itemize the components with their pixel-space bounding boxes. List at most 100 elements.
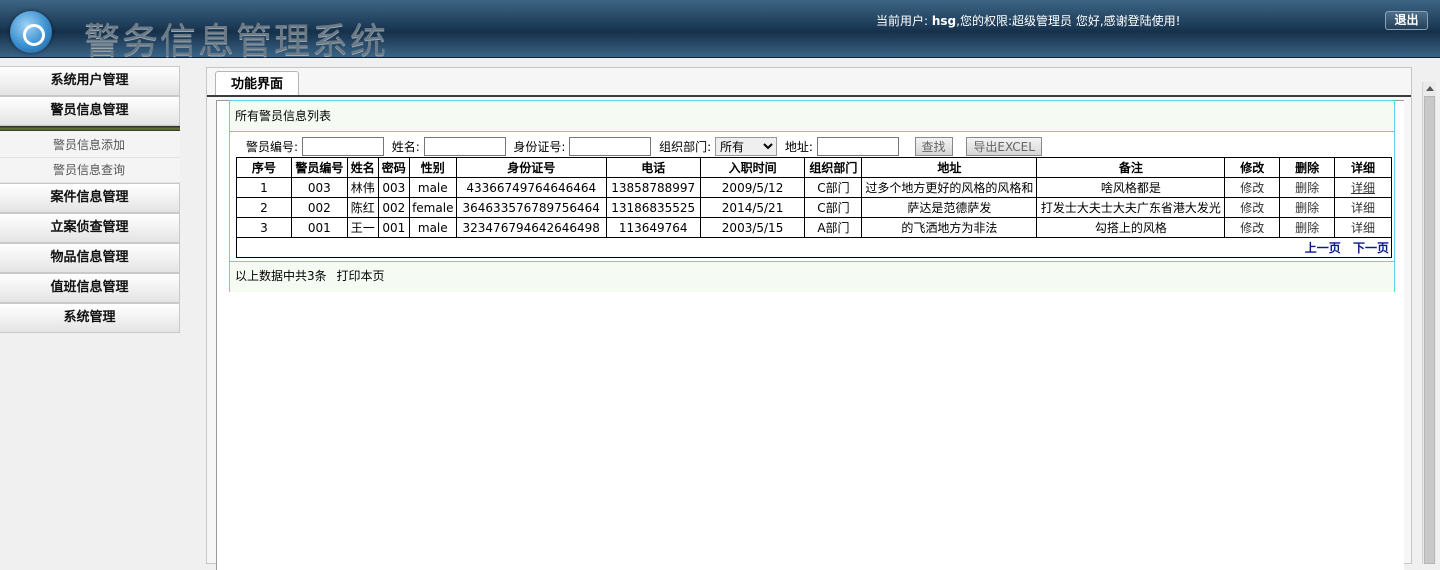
export-excel-button[interactable]: 导出EXCEL	[966, 137, 1042, 156]
cell-hire-date: 2003/5/15	[699, 217, 806, 238]
cell-password: 002	[377, 197, 410, 218]
next-page-link[interactable]: 下一页	[1353, 241, 1389, 255]
sidebar-item-case-info[interactable]: 案件信息管理	[0, 183, 180, 213]
delete-link[interactable]: 删除	[1279, 177, 1336, 198]
filter-bar: 警员编号: 姓名: 身份证号: 组织部门: 所有 地址: 查找 导出EXCEL	[246, 137, 1042, 156]
user-prefix: 当前用户:	[876, 14, 929, 28]
summary-row: 以上数据中共3条 打印本页	[230, 261, 1394, 292]
cell-dept: C部门	[804, 197, 863, 218]
scroll-up-icon[interactable]	[1426, 86, 1434, 91]
list-title: 所有警员信息列表	[230, 101, 1394, 132]
col-header: 电话	[605, 157, 701, 178]
col-header: 性别	[408, 157, 457, 178]
col-header: 备注	[1036, 157, 1226, 178]
logout-button[interactable]: 退出	[1385, 11, 1428, 30]
police-submenu: 警员信息添加 警员信息查询	[0, 131, 180, 183]
col-header: 密码	[377, 157, 410, 178]
cell-id-number: 323476794642646498	[455, 217, 607, 238]
top-header: 警务信息管理系统 当前用户: hsg,您的权限:超级管理员 您好,感谢登陆使用!…	[0, 0, 1440, 62]
record-count-text: 以上数据中共3条	[235, 269, 327, 283]
col-header: 身份证号	[455, 157, 607, 178]
table-header-row: 序号 警员编号 姓名 密码 性别 身份证号 电话 入职时间 组织部门 地址 备注…	[236, 157, 1392, 178]
prev-page-link[interactable]: 上一页	[1305, 241, 1341, 255]
cell-password: 003	[377, 177, 410, 198]
delete-link[interactable]: 删除	[1279, 217, 1336, 238]
dept-label: 组织部门:	[659, 140, 712, 154]
police-table: 序号 警员编号 姓名 密码 性别 身份证号 电话 入职时间 组织部门 地址 备注…	[236, 157, 1392, 258]
print-page-link[interactable]: 打印本页	[336, 269, 384, 283]
cell-address: 的飞洒地方为非法	[861, 217, 1038, 238]
cell-phone: 113649764	[605, 217, 701, 238]
vertical-scrollbar[interactable]	[1422, 82, 1436, 564]
dept-select[interactable]: 所有	[714, 137, 777, 156]
cell-name: 王一	[346, 217, 379, 238]
cell-seq: 2	[236, 197, 292, 218]
cell-password: 001	[377, 217, 410, 238]
table-row: 1 003 林伟 003 male 43366749764646464 1385…	[236, 177, 1392, 198]
name-input[interactable]	[423, 137, 506, 156]
cell-gender: female	[408, 197, 457, 218]
cell-dept: C部门	[804, 177, 863, 198]
cell-address: 萨达是范德萨发	[861, 197, 1038, 218]
cell-address: 过多个地方更好的风格的风格和	[861, 177, 1038, 198]
cell-name: 林伟	[346, 177, 379, 198]
col-header: 入职时间	[699, 157, 806, 178]
cell-dept: A部门	[804, 217, 863, 238]
name-label: 姓名:	[391, 140, 420, 154]
sidebar-item-duty-info[interactable]: 值班信息管理	[0, 273, 180, 303]
id-input[interactable]	[569, 137, 652, 156]
search-button[interactable]: 查找	[914, 137, 953, 156]
edit-link[interactable]: 修改	[1224, 177, 1281, 198]
cell-police-no: 001	[290, 217, 348, 238]
sidebar-item-investigation[interactable]: 立案侦查管理	[0, 213, 180, 243]
cell-seq: 3	[236, 217, 292, 238]
address-label: 地址:	[784, 140, 813, 154]
tab-function[interactable]: 功能界面	[215, 71, 299, 96]
user-name: hsg	[931, 14, 957, 28]
police-no-input[interactable]	[301, 137, 384, 156]
cell-hire-date: 2009/5/12	[699, 177, 806, 198]
detail-link[interactable]: 详细	[1334, 217, 1392, 238]
cell-note: 打发士大夫士大夫广东省港大发光	[1036, 197, 1226, 218]
tab-underline	[207, 95, 1411, 97]
cell-police-no: 002	[290, 197, 348, 218]
table-row: 3 001 王一 001 male 323476794642646498 113…	[236, 217, 1392, 238]
col-header: 删除	[1279, 157, 1336, 178]
sidebar-item-system-users[interactable]: 系统用户管理	[0, 66, 180, 96]
app-logo-icon	[10, 11, 52, 53]
sidebar-item-police-info[interactable]: 警员信息管理	[0, 96, 180, 126]
sidebar-item-system-admin[interactable]: 系统管理	[0, 303, 180, 333]
address-input[interactable]	[816, 137, 899, 156]
cell-phone: 13186835525	[605, 197, 701, 218]
id-label: 身份证号:	[513, 140, 566, 154]
cell-name: 陈红	[346, 197, 379, 218]
cell-gender: male	[408, 217, 457, 238]
col-header: 组织部门	[804, 157, 863, 178]
cell-note: 勾搭上的风格	[1036, 217, 1226, 238]
edit-link[interactable]: 修改	[1224, 197, 1281, 218]
scroll-thumb[interactable]	[1424, 96, 1435, 564]
detail-link[interactable]: 详细	[1334, 177, 1392, 198]
submenu-item-police-add[interactable]: 警员信息添加	[0, 133, 180, 158]
submenu-item-police-query[interactable]: 警员信息查询	[0, 158, 180, 183]
police-no-label: 警员编号:	[246, 140, 299, 154]
cell-hire-date: 2014/5/21	[699, 197, 806, 218]
detail-link[interactable]: 详细	[1334, 197, 1392, 218]
sidebar-item-goods-info[interactable]: 物品信息管理	[0, 243, 180, 273]
role-text: ,您的权限:超级管理员 您好,感谢登陆使用!	[956, 14, 1181, 28]
cell-gender: male	[408, 177, 457, 198]
pager-cell: 上一页 下一页	[236, 237, 1392, 258]
cell-note: 啥风格都是	[1036, 177, 1226, 198]
col-header: 详细	[1334, 157, 1392, 178]
cell-phone: 13858788997	[605, 177, 701, 198]
col-header: 修改	[1224, 157, 1281, 178]
cell-id-number: 364633576789756464	[455, 197, 607, 218]
table-row: 2 002 陈红 002 female 364633576789756464 1…	[236, 197, 1392, 218]
police-list-panel: 所有警员信息列表 警员编号: 姓名: 身份证号: 组织部门: 所有 地址: 查找…	[229, 100, 1395, 292]
sidebar: 系统用户管理 警员信息管理 警员信息添加 警员信息查询 案件信息管理 立案侦查管…	[0, 64, 180, 333]
edit-link[interactable]: 修改	[1224, 217, 1281, 238]
delete-link[interactable]: 删除	[1279, 197, 1336, 218]
cell-id-number: 43366749764646464	[455, 177, 607, 198]
col-header: 姓名	[346, 157, 379, 178]
col-header: 序号	[236, 157, 292, 178]
